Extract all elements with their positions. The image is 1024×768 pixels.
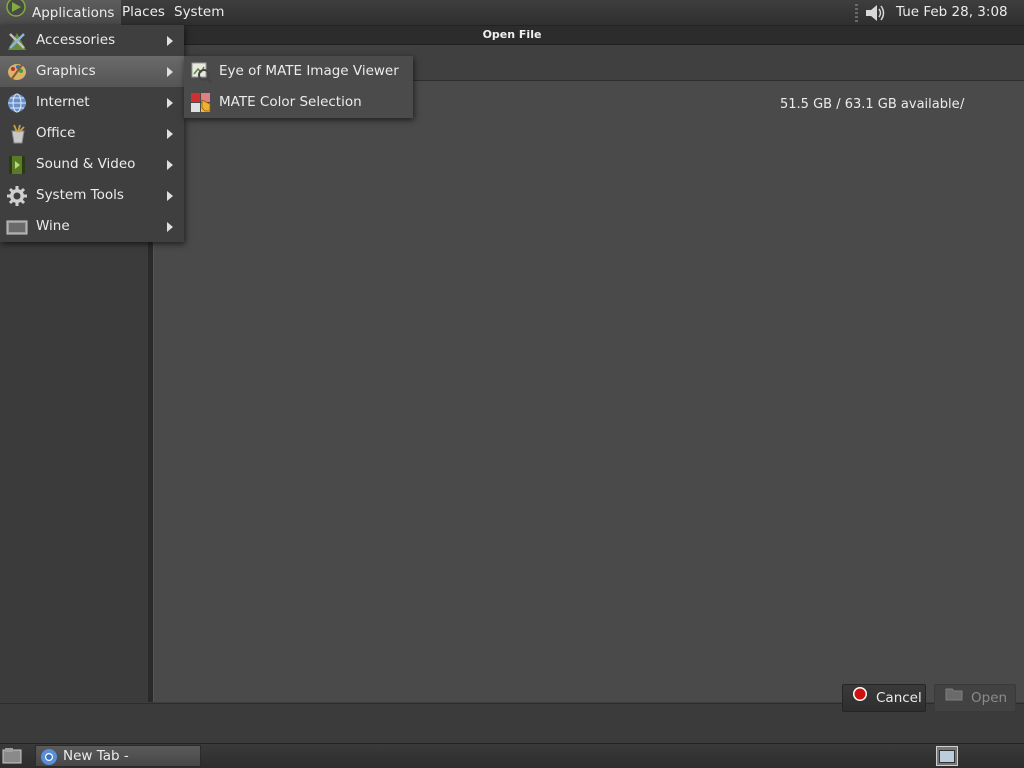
- cancel-button[interactable]: Cancel: [842, 684, 926, 712]
- image-viewer-icon: [190, 61, 212, 83]
- menu-item-system-tools[interactable]: System Tools: [0, 180, 184, 211]
- cancel-icon: [852, 684, 868, 712]
- graphics-submenu: Eye of MATE Image Viewer MATE Color Sele…: [184, 56, 413, 118]
- workspace-switcher[interactable]: [936, 746, 958, 766]
- folder-open-icon: [945, 684, 963, 712]
- menu-item-label: MATE Color Selection: [219, 94, 362, 110]
- top-panel: Applications Places System Tue Feb 28, 3…: [0, 0, 1024, 45]
- menu-item-label: Eye of MATE Image Viewer: [219, 63, 399, 79]
- menu-item-wine[interactable]: Wine: [0, 211, 184, 242]
- system-menu[interactable]: System: [168, 0, 230, 25]
- menu-item-label: System Tools: [36, 187, 124, 203]
- free-space-label: 51.5 GB / 63.1 GB available: [780, 97, 960, 112]
- gear-icon: [6, 185, 28, 207]
- color-selection-icon: [190, 92, 212, 114]
- places-menu[interactable]: Places: [116, 0, 171, 25]
- submenu-arrow-icon: [167, 67, 173, 77]
- file-list-pane[interactable]: [154, 81, 1024, 702]
- menu-item-accessories[interactable]: Accessories: [0, 25, 184, 56]
- menu-item-label: Office: [36, 125, 76, 141]
- submenu-arrow-icon: [167, 222, 173, 232]
- graphics-icon: [6, 61, 28, 83]
- taskbar-window-chromium[interactable]: New Tab - Chromium: [35, 745, 201, 767]
- open-button-label: Open: [971, 689, 1008, 706]
- submenu-arrow-icon: [167, 36, 173, 46]
- path-label: /: [960, 97, 965, 112]
- wine-icon: [6, 216, 28, 238]
- chromium-icon: [40, 748, 58, 768]
- globe-icon: [6, 92, 28, 114]
- menu-item-internet[interactable]: Internet: [0, 87, 184, 118]
- menu-item-label: Internet: [36, 94, 90, 110]
- desktop: Applications Places System Tue Feb 28, 3…: [0, 0, 1024, 768]
- menu-item-label: Sound & Video: [36, 156, 136, 172]
- submenu-arrow-icon: [167, 98, 173, 108]
- accessories-icon: [6, 30, 28, 52]
- open-button[interactable]: Open: [934, 684, 1016, 712]
- taskbar-window-label: New Tab - Chromium: [63, 748, 129, 764]
- menu-item-label: Graphics: [36, 63, 96, 79]
- applications-menu-label: Applications: [32, 5, 115, 21]
- menu-item-graphics[interactable]: Graphics: [0, 56, 184, 87]
- panel-separator: [855, 4, 858, 22]
- menu-item-label: Accessories: [36, 32, 116, 48]
- menu-item-label: Wine: [36, 218, 70, 234]
- cancel-button-label: Cancel: [876, 689, 922, 706]
- applications-menu[interactable]: Applications: [0, 0, 122, 26]
- bottom-panel: New Tab - Chromium: [0, 743, 1024, 768]
- mate-foot-icon: [6, 0, 26, 26]
- submenu-arrow-icon: [167, 160, 173, 170]
- menu-item-mate-color-selection[interactable]: MATE Color Selection: [184, 87, 413, 118]
- show-desktop-icon[interactable]: [2, 747, 24, 768]
- menu-item-sound-video[interactable]: Sound & Video: [0, 149, 184, 180]
- menu-item-office[interactable]: Office: [0, 118, 184, 149]
- speaker-icon[interactable]: [863, 2, 887, 28]
- menu-item-eye-of-mate[interactable]: Eye of MATE Image Viewer: [184, 56, 413, 87]
- applications-dropdown: Accessories Graphics Internet Office Sou…: [0, 25, 184, 242]
- office-icon: [6, 123, 28, 145]
- submenu-arrow-icon: [167, 129, 173, 139]
- submenu-arrow-icon: [167, 191, 173, 201]
- film-icon: [6, 154, 28, 176]
